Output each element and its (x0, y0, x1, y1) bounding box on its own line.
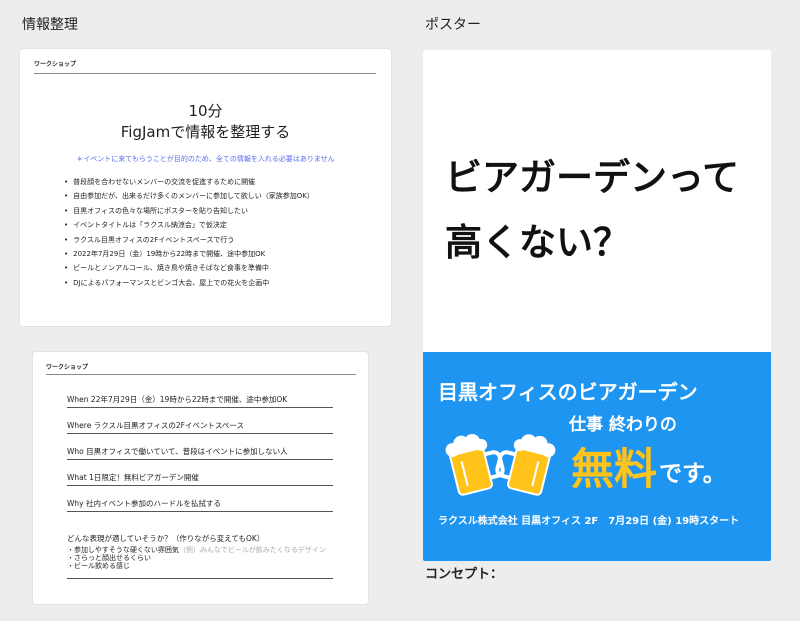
list-item: 目黒オフィスの色々な場所にポスターを貼り告知したい (64, 204, 314, 218)
poster-desu-text: です。 (659, 461, 726, 487)
card-title-time: 10分 (188, 102, 223, 120)
card-note: ＊イベントに来てもらうことが目的のため、全ての情報を入れる必要はありません (76, 155, 335, 163)
headline-line: 高くない？ (445, 221, 630, 264)
option-example: （例）みんなでビールが飲みたくなるデザイン (178, 546, 326, 554)
workshop-label: ワークショップ (34, 61, 77, 68)
poster-office-title: 目黒オフィスのビアガーデン (438, 380, 698, 404)
info-card-frame[interactable]: ワークショップ 10分 FigJamで情報を整理する ＊イベントに来てもらうこと… (20, 49, 391, 326)
list-item: ビールとノンアルコール、焼き鳥や焼きそばなど食事を準備中 (64, 261, 314, 275)
option-text: ・ビール飲める感じ (67, 562, 130, 570)
list-item: イベントタイトルは「ラクスル納涼会」で仮決定 (64, 218, 314, 232)
row-when: When 22年7月29日（金）19時から22時まで開催、途中参加OK (67, 395, 288, 404)
row-divider (67, 407, 333, 408)
row-divider (67, 433, 333, 434)
row-where: Where ラクスル目黒オフィスの2Fイベントスペース (67, 421, 245, 430)
row-why: Why 社内イベント参加のハードルを払拭する (67, 499, 221, 508)
row-divider (67, 511, 333, 512)
poster-free-text: 無料 (571, 445, 657, 495)
list-item: ラクスル目黒オフィスの2Fイベントスペースで行う (64, 233, 314, 247)
row-what: What 1日限定！無料ビアガーデン開催 (67, 473, 199, 482)
headline-line: ビアガーデンって (445, 156, 740, 199)
concept-label: コンセプト： (425, 567, 504, 582)
row-who: Who 目黒オフィスで働いていて、普段はイベントに参加しない人 (67, 447, 288, 456)
row-divider (67, 578, 333, 579)
row-divider (67, 459, 333, 460)
5w-card-frame[interactable]: ワークショップ When 22年7月29日（金）19時から22時まで開催、途中参… (33, 352, 368, 604)
list-item: 普段顔を合わせないメンバーの交流を促進するために開催 (64, 175, 314, 189)
poster-after-work: 仕事 終わりの (569, 415, 677, 435)
option-text: ・さらっと顔出せるくらい (67, 554, 151, 562)
list-item: 自由参加だが、出来るだけ多くのメンバーに参加して欲しい（家族参加OK） (64, 189, 314, 203)
section-label-poster: ポスター (425, 17, 481, 33)
poster-info-panel: 目黒オフィスのビアガーデン 仕事 終わりの 無料 です。 ラクスル株式会社 目黒… (423, 352, 771, 561)
poster-footer: ラクスル株式会社 目黒オフィス 2F 7月29日 (金) 19時スタート (438, 516, 740, 527)
info-bullet-list: 普段顔を合わせないメンバーの交流を促進するために開催 自由参加だが、出来るだけ多… (64, 175, 314, 290)
list-item: 2022年7月29日（金）19時から22時まで開催、途中参加OK (64, 247, 314, 261)
section-label-info: 情報整理 (22, 17, 78, 33)
expression-question: どんな表現が適していそうか？（作りながら変えてもOK） (67, 534, 265, 543)
row-divider (67, 485, 333, 486)
beer-mugs-icon (445, 433, 556, 496)
workshop-divider (34, 73, 376, 74)
card-title: FigJamで情報を整理する (120, 123, 291, 141)
workshop-label: ワークショップ (46, 364, 89, 371)
poster-headline: ビアガーデンって 高くない？ (445, 145, 739, 275)
poster-frame[interactable]: ビアガーデンって 高くない？ 目黒オフィスのビアガーデン 仕事 終わりの 無料 … (423, 50, 771, 561)
workshop-divider (46, 374, 356, 375)
expression-options: ・参加しやすそうな硬くない雰囲気（例）みんなでビールが飲みたくなるデザイン ・さ… (67, 546, 326, 570)
list-item: DJによるパフォーマンスとビンゴ大会、屋上での花火を企画中 (64, 276, 314, 290)
option-text: ・参加しやすそうな硬くない雰囲気 (67, 546, 179, 554)
